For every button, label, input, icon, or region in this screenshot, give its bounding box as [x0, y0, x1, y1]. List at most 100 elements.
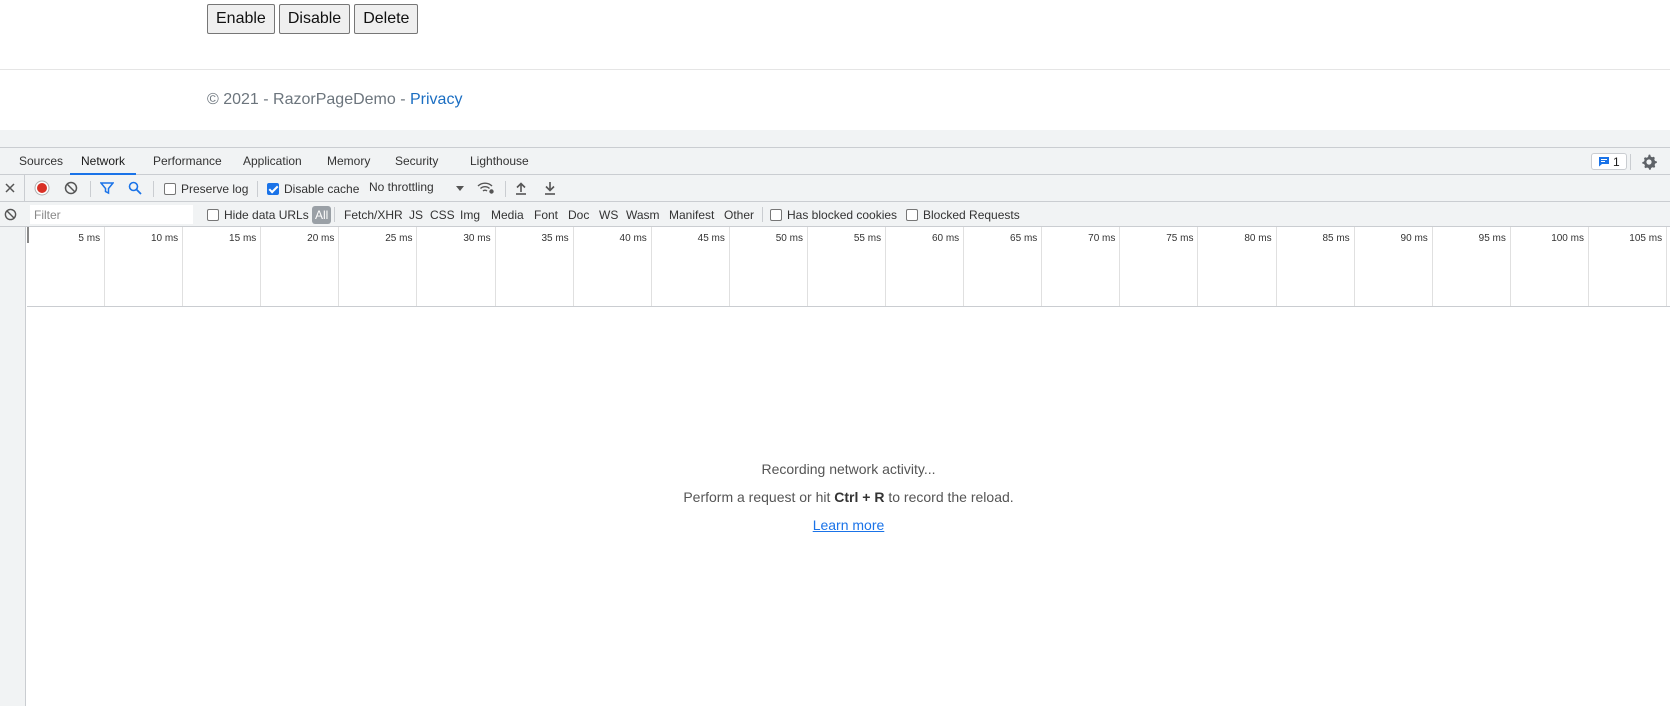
has-blocked-cookies-label: Has blocked cookies: [787, 208, 898, 222]
timeline-tick: 60 ms: [886, 227, 965, 306]
timeline-tick: 30 ms: [418, 227, 496, 306]
export-har-icon[interactable]: [542, 180, 558, 196]
toolbar-separator: [257, 181, 258, 197]
timeline-tick: 85 ms: [1277, 227, 1355, 306]
type-filter-fetch-xhr[interactable]: Fetch/XHR: [342, 206, 405, 224]
tab-sources[interactable]: Sources: [8, 148, 74, 174]
type-filter-media[interactable]: Media: [489, 206, 526, 224]
devtools-tabbar: Sources Network Performance Application …: [0, 148, 1670, 175]
filter-separator: [762, 207, 763, 222]
timeline-tick: 80 ms: [1199, 227, 1277, 306]
close-drawer-icon[interactable]: [2, 180, 18, 196]
learn-more-row: Learn more: [27, 517, 1670, 533]
timeline-tick-label: 40 ms: [619, 233, 647, 244]
privacy-link[interactable]: Privacy: [410, 91, 462, 108]
page-gap: [0, 130, 1670, 147]
has-blocked-cookies-box[interactable]: [770, 209, 782, 221]
type-filter-all[interactable]: All: [312, 206, 332, 224]
type-filter-font[interactable]: Font: [532, 206, 560, 224]
throttling-select[interactable]: No throttling: [369, 180, 434, 194]
issues-badge[interactable]: 1: [1591, 153, 1627, 170]
timeline-tick-label: 25 ms: [385, 233, 413, 244]
type-filter-other[interactable]: Other: [722, 206, 756, 224]
hide-data-urls-label: Hide data URLs: [224, 208, 309, 222]
tab-security[interactable]: Security: [384, 148, 449, 174]
timeline-tick: 70 ms: [1042, 227, 1121, 306]
learn-more-link[interactable]: Learn more: [813, 517, 885, 533]
clear-icon[interactable]: [63, 180, 79, 196]
hide-data-urls-box[interactable]: [207, 209, 219, 221]
timeline-tick-label: 50 ms: [775, 233, 803, 244]
hide-data-urls-checkbox[interactable]: Hide data URLs: [207, 208, 309, 222]
tab-lighthouse[interactable]: Lighthouse: [459, 148, 540, 174]
has-blocked-cookies-checkbox[interactable]: Has blocked cookies: [770, 208, 897, 222]
type-filter-ws[interactable]: WS: [597, 206, 620, 224]
type-filter-wasm[interactable]: Wasm: [624, 206, 662, 224]
reload-hint-prefix: Perform a request or hit: [683, 489, 835, 505]
timeline-tick: 90 ms: [1355, 227, 1433, 306]
disable-cache-label: Disable cache: [284, 182, 360, 196]
timeline-tick-label: 105 ms: [1629, 233, 1663, 244]
timeline-tick-label: 85 ms: [1322, 233, 1350, 244]
timeline-tick-label: 95 ms: [1478, 233, 1506, 244]
reload-hint: Perform a request or hit Ctrl + R to rec…: [27, 489, 1670, 505]
settings-gear-icon[interactable]: [1640, 153, 1658, 171]
timeline-tick-label: 65 ms: [1010, 233, 1038, 244]
reload-hint-suffix: to record the reload.: [884, 489, 1014, 505]
network-conditions-icon[interactable]: [477, 180, 495, 196]
network-toolbar: Preserve log Disable cache No throttling: [0, 175, 1670, 202]
timeline-tick-label: 75 ms: [1166, 233, 1194, 244]
recording-message: Recording network activity...: [761, 461, 936, 477]
type-filter-css[interactable]: CSS: [428, 206, 457, 224]
filter-bar: Hide data URLs All Fetch/XHR JS CSS Img …: [0, 202, 1670, 227]
timeline-overview[interactable]: 5 ms 10 ms 15 ms 20 ms 25 ms 30 ms 35 ms 40 ms 4…: [27, 227, 1670, 307]
timeline-tick: 40 ms: [574, 227, 652, 306]
blocked-requests-box[interactable]: [906, 209, 918, 221]
type-filter-doc[interactable]: Doc: [566, 206, 591, 224]
timeline-tick: 65 ms: [964, 227, 1043, 306]
timeline-tick: 50 ms: [730, 227, 808, 306]
timeline-tick-label: 90 ms: [1400, 233, 1428, 244]
timeline-tick-label: 70 ms: [1088, 233, 1116, 244]
page-footer: © 2021 - RazorPageDemo - Privacy: [207, 91, 462, 109]
blocked-requests-checkbox[interactable]: Blocked Requests: [906, 208, 1020, 222]
message-icon: [1599, 157, 1609, 167]
type-filter-js[interactable]: JS: [407, 206, 425, 224]
preserve-log-checkbox[interactable]: Preserve log: [164, 182, 248, 196]
filter-icon[interactable]: [99, 180, 115, 196]
disable-button[interactable]: Disable: [278, 4, 351, 34]
disable-cache-checkbox[interactable]: Disable cache: [267, 182, 359, 196]
timeline-tick-label: 5 ms: [78, 233, 101, 244]
type-filter-manifest[interactable]: Manifest: [667, 206, 716, 224]
toolbar-separator: [24, 175, 25, 201]
timeline-tick-label: 45 ms: [697, 233, 725, 244]
import-har-icon[interactable]: [513, 180, 529, 196]
timeline-tick: 95 ms: [1433, 227, 1511, 306]
timeline-tick: 35 ms: [496, 227, 574, 306]
preserve-log-box[interactable]: [164, 183, 176, 195]
tab-application[interactable]: Application: [232, 148, 313, 174]
filter-input[interactable]: [30, 205, 193, 224]
left-strip: [0, 227, 26, 706]
timeline-tick-label: 20 ms: [307, 233, 335, 244]
tab-network[interactable]: Network: [70, 148, 137, 175]
search-icon[interactable]: [127, 180, 143, 196]
tab-memory[interactable]: Memory: [316, 148, 381, 174]
timeline-tick-label: 55 ms: [853, 233, 882, 244]
timeline-tick: 5 ms: [27, 227, 106, 306]
timeline-tick: 25 ms: [339, 227, 418, 306]
disable-cache-box[interactable]: [267, 183, 279, 195]
timeline-tick-label: 10 ms: [150, 233, 179, 244]
network-empty-state: Recording network activity... Perform a …: [27, 308, 1670, 706]
action-buttons: Enable Disable Delete: [207, 4, 419, 34]
block-icon[interactable]: [2, 206, 18, 222]
chevron-down-icon[interactable]: [456, 186, 464, 191]
timeline-tick-label: 60 ms: [931, 233, 960, 244]
type-filter-img[interactable]: Img: [458, 206, 482, 224]
tab-performance[interactable]: Performance: [142, 148, 233, 174]
record-icon[interactable]: [34, 180, 50, 196]
timeline-tick: 55 ms: [808, 227, 887, 306]
timeline-tick: 105 ms: [1589, 227, 1668, 306]
delete-button[interactable]: Delete: [354, 4, 419, 34]
enable-button[interactable]: Enable: [207, 4, 275, 34]
